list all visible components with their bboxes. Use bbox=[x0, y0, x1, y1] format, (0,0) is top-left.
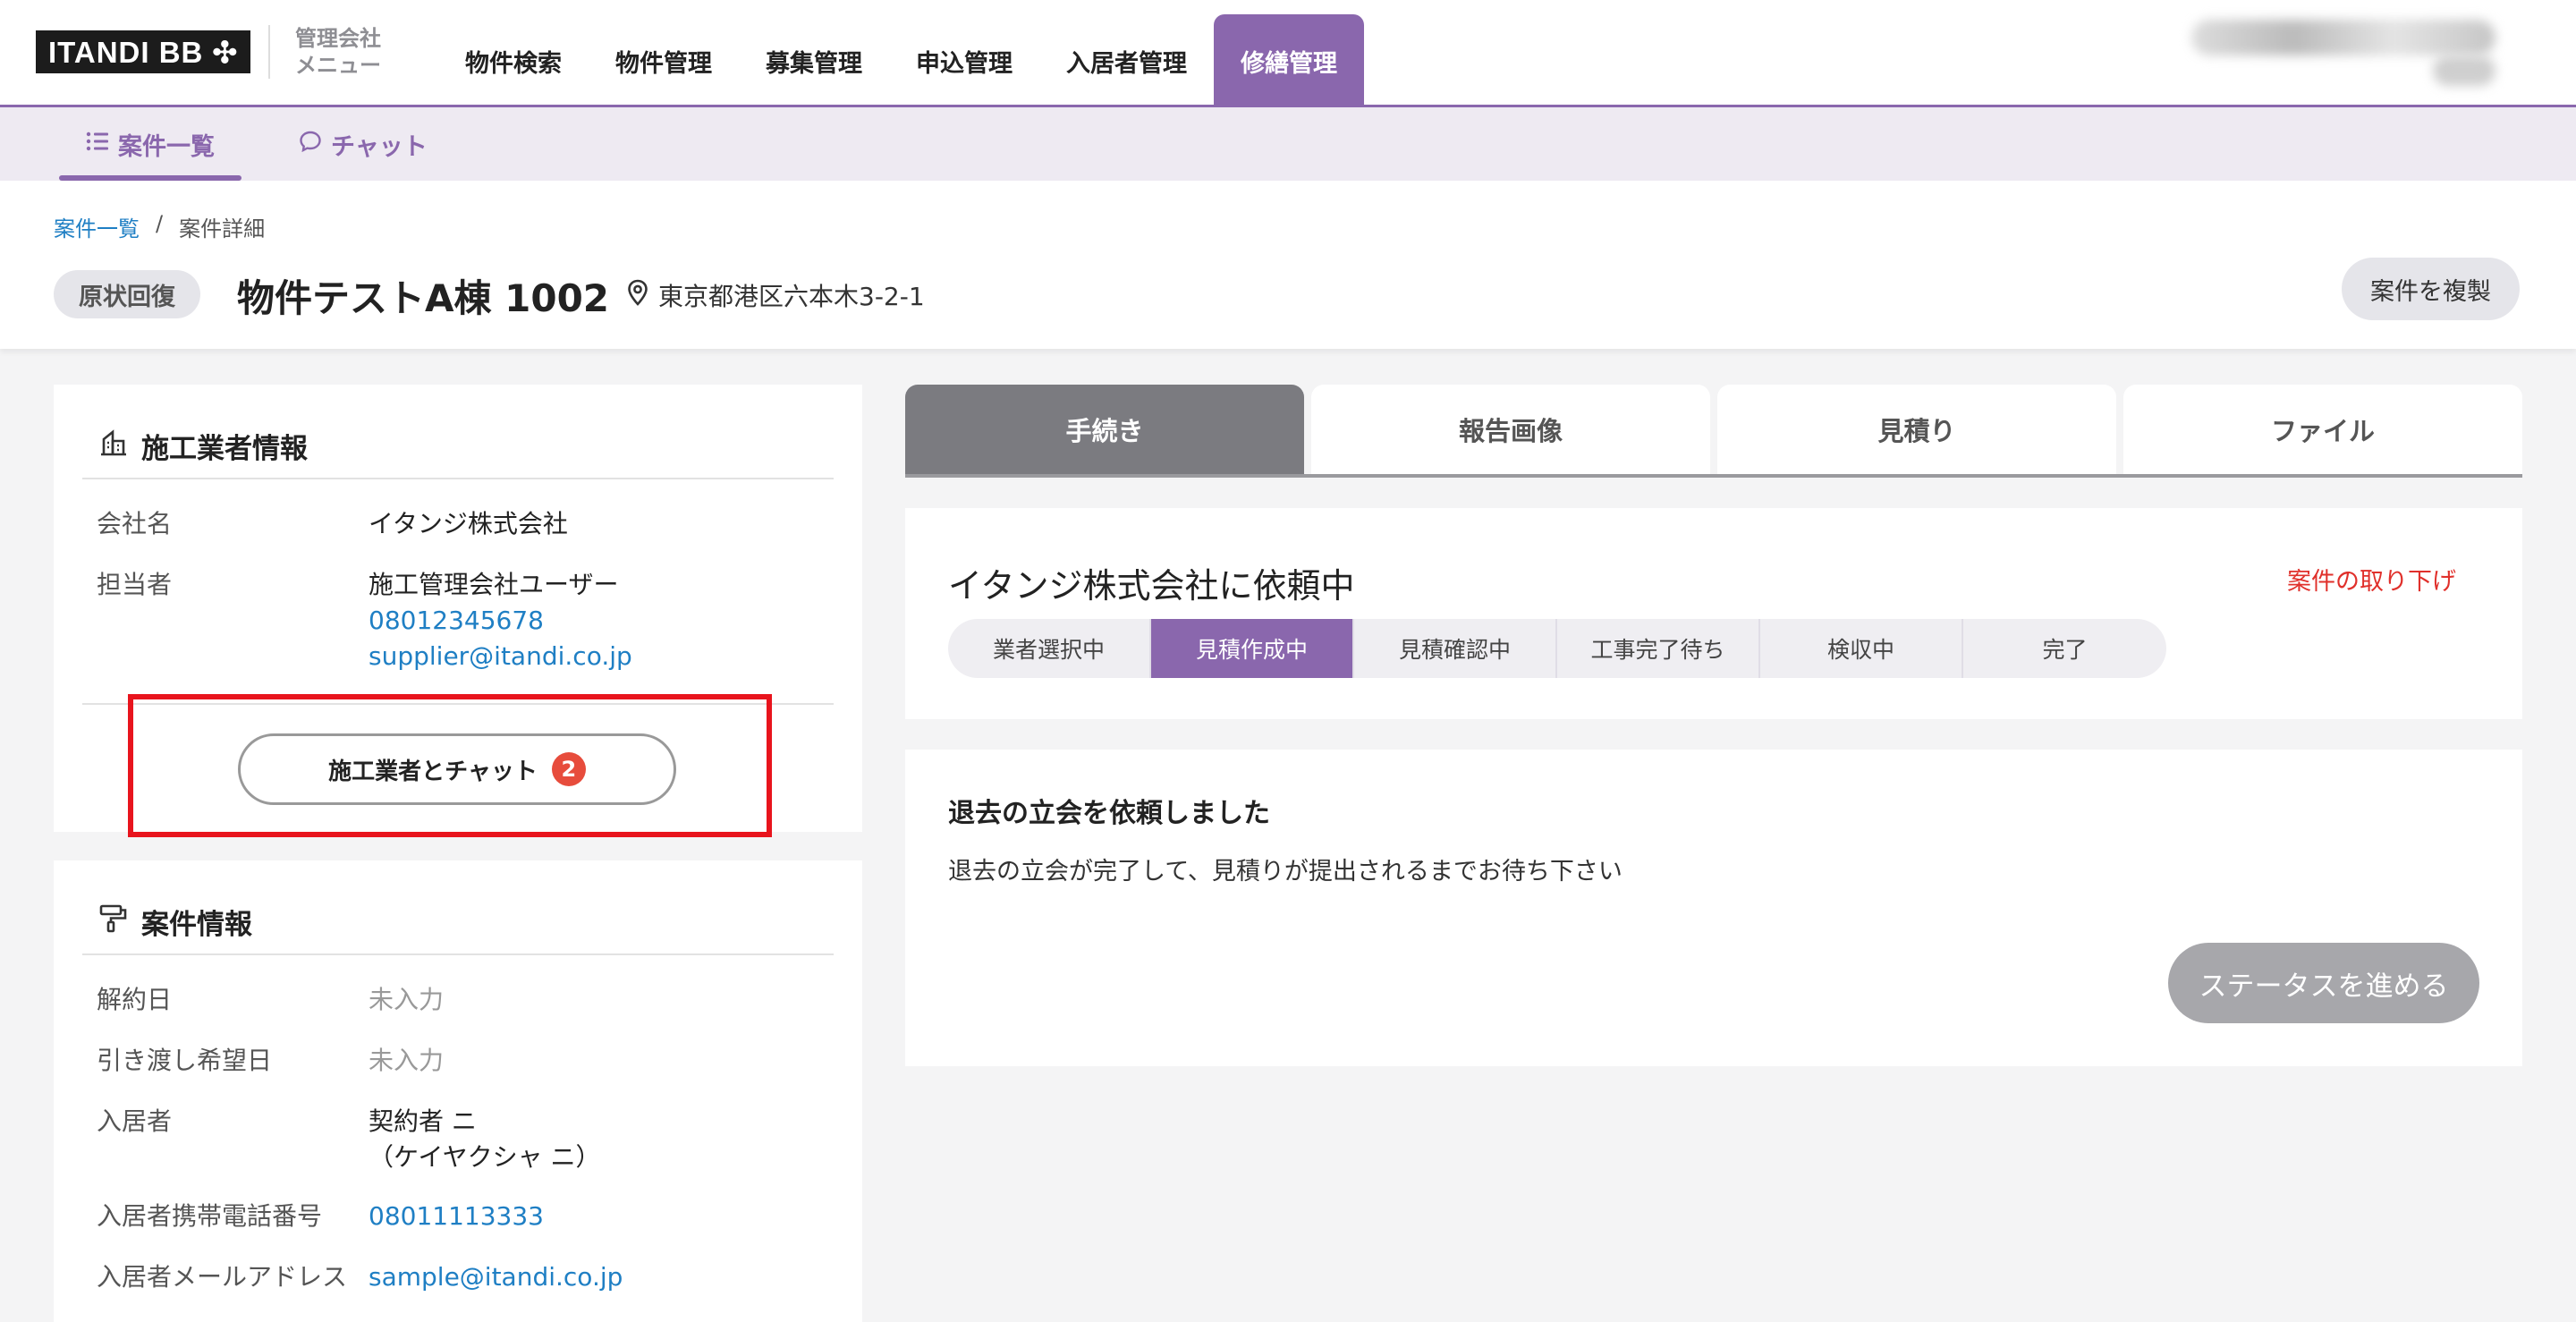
company-row: 会社名 イタンジ株式会社 bbox=[97, 506, 568, 542]
status-card: イタンジ株式会社に依頼中 案件の取り下げ 業者選択中 見積作成中 見積確認中 工… bbox=[905, 508, 2522, 719]
user-account-menu[interactable] bbox=[2191, 20, 2496, 55]
person-row: 担当者 施工管理会社ユーザー 08012345678 supplier@itan… bbox=[97, 567, 632, 674]
list-icon bbox=[86, 131, 109, 158]
message-card: 退去の立会を依頼しました 退去の立会が完了して、見積りが提出されるまでお待ち下さ… bbox=[905, 750, 2522, 1066]
address-text: 東京都港区六本木3-2-1 bbox=[658, 282, 925, 311]
nav-tenant-management[interactable]: 入居者管理 bbox=[1039, 14, 1214, 107]
handover-date-row: 引き渡し希望日 未入力 bbox=[97, 1043, 444, 1079]
subtab-chat[interactable]: チャット bbox=[299, 107, 428, 181]
tab-procedures[interactable]: 手続き bbox=[905, 385, 1304, 474]
section-divider bbox=[82, 478, 834, 479]
person-phone-link[interactable]: 08012345678 bbox=[369, 603, 632, 639]
top-header: ITANDI BB ✣ 管理会社 メニュー 物件検索 物件管理 募集管理 申込管… bbox=[0, 0, 2576, 107]
header-divider bbox=[268, 25, 270, 79]
advance-status-button[interactable]: ステータスを進める bbox=[2168, 943, 2479, 1023]
tenant-label: 入居者 bbox=[97, 1106, 173, 1136]
step-inspection: 検収中 bbox=[1760, 619, 1963, 678]
cancellation-date-row: 解約日 未入力 bbox=[97, 982, 444, 1018]
tenant-row: 入居者 契約者 ニ （ケイヤクシャ ニ） bbox=[97, 1104, 601, 1175]
tenant-email-link[interactable]: sample@itandi.co.jp bbox=[369, 1259, 623, 1295]
nav-application-management[interactable]: 申込管理 bbox=[889, 14, 1039, 107]
withdraw-case-link[interactable]: 案件の取り下げ bbox=[2287, 562, 2456, 597]
subtab-case-list[interactable]: 案件一覧 bbox=[59, 107, 242, 181]
message-body: 退去の立会が完了して、見積りが提出されるまでお待ち下さい bbox=[948, 858, 1623, 886]
tenant-phone-link[interactable]: 08011113333 bbox=[369, 1199, 544, 1234]
person-details: 施工管理会社ユーザー 08012345678 supplier@itandi.c… bbox=[369, 567, 632, 674]
nav-property-management[interactable]: 物件管理 bbox=[589, 14, 739, 107]
contractor-section-label: 施工業者情報 bbox=[141, 433, 308, 465]
itandi-logo[interactable]: ITANDI BB ✣ bbox=[36, 30, 251, 73]
admin-menu-label[interactable]: 管理会社 メニュー bbox=[295, 25, 381, 79]
step-complete: 完了 bbox=[2042, 637, 2088, 663]
nav-recruitment-management[interactable]: 募集管理 bbox=[739, 14, 889, 107]
message-title: 退去の立会を依頼しました bbox=[948, 798, 1270, 829]
breadcrumb-separator: / bbox=[156, 211, 164, 236]
tenant-phone-row: 入居者携帯電話番号 08011113333 bbox=[97, 1199, 544, 1234]
tenant-name: 契約者 ニ bbox=[369, 1106, 477, 1136]
duplicate-case-button[interactable]: 案件を複製 bbox=[2342, 258, 2520, 320]
company-value: イタンジ株式会社 bbox=[369, 509, 568, 538]
step-estimate-confirmation: 見積確認中 bbox=[1354, 619, 1557, 678]
user-account-sub bbox=[2433, 55, 2496, 86]
detail-tabs: 手続き 報告画像 見積り ファイル bbox=[905, 385, 2522, 478]
paint-roller-icon bbox=[98, 903, 129, 941]
subtab-case-list-label: 案件一覧 bbox=[118, 132, 215, 161]
contractor-section-title: 施工業者情報 bbox=[98, 426, 308, 466]
logo-text: ITANDI BB ✣ bbox=[36, 30, 251, 73]
step-awaiting-completion: 工事完了待ち bbox=[1557, 619, 1760, 678]
step-estimate-creation: 見積作成中 bbox=[1151, 619, 1354, 678]
nav-repair-management[interactable]: 修繕管理 bbox=[1214, 14, 1364, 107]
case-header: 案件一覧 / 案件詳細 原状回復 物件テストA棟 1002 東京都港区六本木3-… bbox=[0, 181, 2576, 349]
status-title: イタンジ株式会社に依頼中 bbox=[948, 566, 1355, 606]
cancellation-date-value: 未入力 bbox=[369, 985, 445, 1014]
tab-files[interactable]: ファイル bbox=[2123, 385, 2522, 474]
nav-property-search[interactable]: 物件検索 bbox=[438, 14, 589, 107]
breadcrumb-current: 案件詳細 bbox=[179, 216, 266, 242]
tab-report-images[interactable]: 報告画像 bbox=[1311, 385, 1710, 474]
tenant-email-row: 入居者メールアドレス sample@itandi.co.jp bbox=[97, 1259, 623, 1295]
case-info-card: 案件情報 解約日 未入力 引き渡し希望日 未入力 入居者 契約者 ニ （ケイヤク… bbox=[54, 860, 862, 1322]
section-divider bbox=[82, 953, 834, 955]
breadcrumb: 案件一覧 / 案件詳細 bbox=[54, 211, 265, 242]
chat-bubble-icon bbox=[299, 130, 322, 159]
status-stepper: 業者選択中 見積作成中 見積確認中 工事完了待ち 検収中 完了 bbox=[948, 619, 2166, 678]
case-info-section-label: 案件情報 bbox=[141, 909, 252, 941]
company-label: 会社名 bbox=[97, 509, 173, 538]
location-pin-icon bbox=[626, 279, 649, 312]
highlight-box bbox=[128, 694, 772, 837]
person-label: 担当者 bbox=[97, 570, 173, 599]
handover-date-value: 未入力 bbox=[369, 1046, 445, 1075]
breadcrumb-case-list-link[interactable]: 案件一覧 bbox=[54, 211, 140, 242]
person-name: 施工管理会社ユーザー bbox=[369, 570, 619, 599]
sub-navigation: 案件一覧 チャット bbox=[0, 107, 2576, 181]
cancellation-date-label: 解約日 bbox=[97, 985, 173, 1014]
building-icon bbox=[98, 428, 129, 464]
tenant-name-kana: （ケイヤクシャ ニ） bbox=[369, 1142, 601, 1172]
main-nav: 物件検索 物件管理 募集管理 申込管理 入居者管理 修繕管理 bbox=[438, 14, 1364, 107]
person-email-link[interactable]: supplier@itandi.co.jp bbox=[369, 639, 632, 674]
case-info-section-title: 案件情報 bbox=[98, 902, 252, 942]
admin-menu-line1: 管理会社 bbox=[295, 26, 381, 51]
handover-date-label: 引き渡し希望日 bbox=[97, 1046, 273, 1075]
tab-estimate[interactable]: 見積り bbox=[1717, 385, 2116, 474]
admin-menu-line2: メニュー bbox=[295, 53, 381, 78]
case-type-badge: 原状回復 bbox=[54, 270, 200, 318]
tenant-email-label: 入居者メールアドレス bbox=[97, 1262, 348, 1292]
subtab-chat-label: チャット bbox=[331, 132, 428, 161]
property-title: 物件テストA棟 1002 bbox=[237, 276, 610, 320]
property-address: 東京都港区六本木3-2-1 bbox=[626, 277, 925, 313]
tenant-value: 契約者 ニ （ケイヤクシャ ニ） bbox=[369, 1104, 601, 1175]
step-contractor-selection: 業者選択中 bbox=[948, 619, 1151, 678]
tenant-phone-label: 入居者携帯電話番号 bbox=[97, 1201, 323, 1231]
